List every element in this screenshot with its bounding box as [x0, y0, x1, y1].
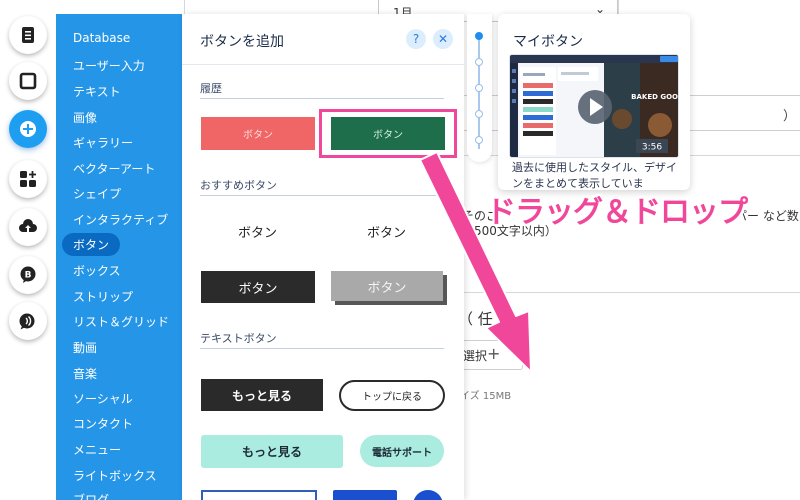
drag-and-drop-label: ドラッグ＆ドロップ: [486, 195, 748, 230]
drag-arrow: [419, 151, 532, 373]
